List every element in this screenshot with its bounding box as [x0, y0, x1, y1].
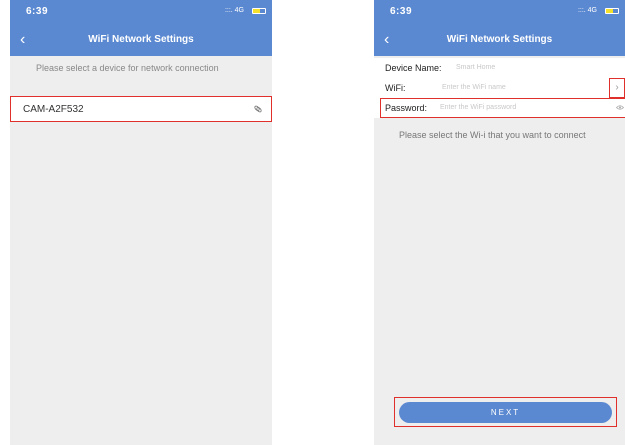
device-list-item[interactable]: CAM-A2F532 — [10, 96, 272, 122]
device-name-row[interactable]: Device Name: Smart Home — [374, 58, 625, 78]
next-button[interactable]: NEXT — [399, 402, 612, 423]
wifi-name-field[interactable]: Enter the WiFi name — [442, 84, 506, 91]
wifi-label: WiFi: — [385, 83, 406, 93]
device-name: CAM-A2F532 — [23, 104, 84, 115]
eye-icon[interactable] — [616, 104, 624, 111]
signal-indicator: :::. 4G — [577, 7, 597, 14]
wifi-row[interactable]: WiFi: Enter the WiFi name — [374, 78, 625, 98]
status-bar: 6:39 :::. 4G — [10, 0, 272, 25]
nav-bar: ‹ WiFi Network Settings — [374, 25, 625, 56]
device-name-label: Device Name: — [385, 63, 442, 73]
chevron-right-icon[interactable]: › — [609, 78, 625, 98]
wifi-select-hint: Please select the Wi-i that you want to … — [399, 130, 586, 140]
device-select-hint: Please select a device for network conne… — [36, 63, 219, 73]
password-highlight — [380, 98, 625, 118]
battery-icon — [252, 8, 266, 14]
status-time: 6:39 — [26, 6, 49, 17]
page-title: WiFi Network Settings — [446, 34, 553, 45]
nav-bar: ‹ WiFi Network Settings — [10, 25, 272, 56]
battery-icon — [605, 8, 619, 14]
device-name-field[interactable]: Smart Home — [456, 64, 495, 71]
wifi-settings-screen: 6:39 :::. 4G ‹ WiFi Network Settings Dev… — [374, 0, 625, 445]
status-time: 6:39 — [390, 6, 413, 17]
signal-indicator: :::. 4G — [224, 7, 244, 14]
device-select-screen: 6:39 :::. 4G ‹ WiFi Network Settings Ple… — [10, 0, 272, 445]
status-bar: 6:39 :::. 4G — [374, 0, 625, 25]
page-title: WiFi Network Settings — [88, 34, 194, 45]
link-icon — [254, 105, 262, 113]
